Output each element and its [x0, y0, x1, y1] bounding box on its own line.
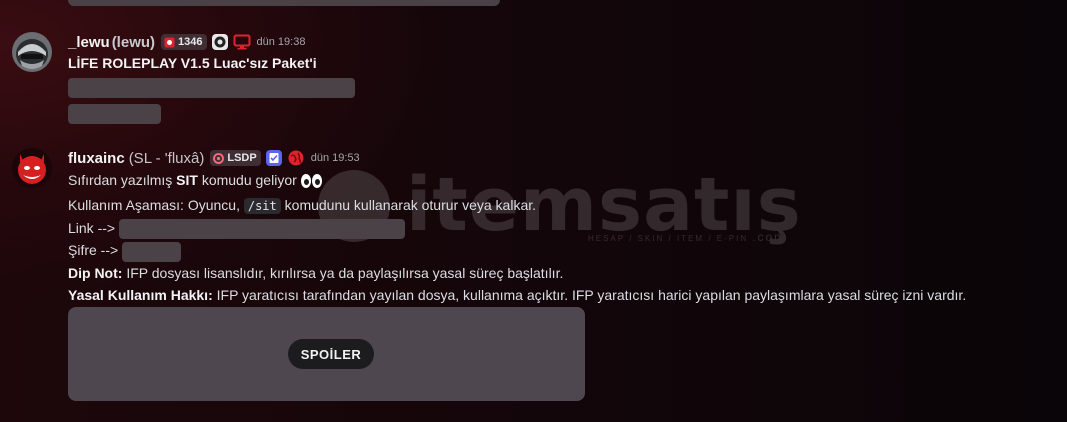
message-header: fluxainc (SL - 'fluxâ) LSDP dün 19:53	[68, 148, 1067, 168]
username[interactable]: fluxainc (SL - 'fluxâ)	[68, 150, 204, 167]
timestamp[interactable]: dün 19:53	[311, 152, 360, 164]
previous-message-redacted-block	[68, 0, 500, 6]
tag-icon	[164, 37, 175, 47]
message-header: _lewu (lewu) 1346 dün 19:38	[68, 32, 1067, 52]
spoiler-attachment[interactable]: SPOİLER	[68, 307, 585, 401]
notepad-icon[interactable]	[265, 149, 283, 167]
message-content: _lewu (lewu) 1346 dün 19:38 LİFE ROLEPLAY…	[68, 32, 1067, 124]
swirl-icon	[213, 152, 225, 164]
globe-icon[interactable]	[287, 149, 305, 167]
username[interactable]: _lewu (lewu)	[68, 34, 155, 51]
helmet-avatar-icon	[12, 32, 52, 72]
inline-code: /sit	[243, 198, 281, 214]
devil-avatar-icon	[12, 148, 52, 188]
message-content: fluxainc (SL - 'fluxâ) LSDP dün 19:53 Sıf…	[68, 148, 1067, 306]
note-line: Dip Not: IFP dosyası lisanslıdır, kırılı…	[68, 264, 564, 281]
message-line: Sıfırdan yazılmış SIT komudu geliyor	[68, 169, 1067, 191]
spoiler-button[interactable]: SPOİLER	[288, 339, 374, 369]
tag-text: 1346	[178, 36, 203, 48]
guild-tag[interactable]: 1346	[161, 34, 207, 50]
guild-tag[interactable]: LSDP	[210, 150, 261, 166]
redacted-link[interactable]	[118, 219, 405, 240]
redacted-text-block	[68, 78, 355, 98]
eyes-emoji-icon	[300, 174, 322, 189]
redacted-text-block	[68, 104, 161, 124]
guild-badge-icon[interactable]	[211, 33, 229, 51]
avatar[interactable]	[12, 148, 52, 188]
redacted-password[interactable]	[122, 241, 182, 262]
message-line: Kullanım Aşaması: Oyuncu, /sit komudunu …	[68, 197, 537, 214]
timestamp[interactable]: dün 19:38	[257, 36, 306, 48]
rights-line: Yasal Kullanım Hakkı: IFP yaratıcısı tar…	[68, 286, 967, 303]
link-line: Link -->	[68, 217, 1067, 240]
message-title: LİFE ROLEPLAY V1.5 Luac'sız Paket'i	[68, 55, 317, 71]
password-line: Şifre -->	[68, 239, 1067, 262]
monitor-icon[interactable]	[233, 33, 251, 51]
tag-text: LSDP	[227, 152, 257, 164]
avatar[interactable]	[12, 32, 52, 72]
